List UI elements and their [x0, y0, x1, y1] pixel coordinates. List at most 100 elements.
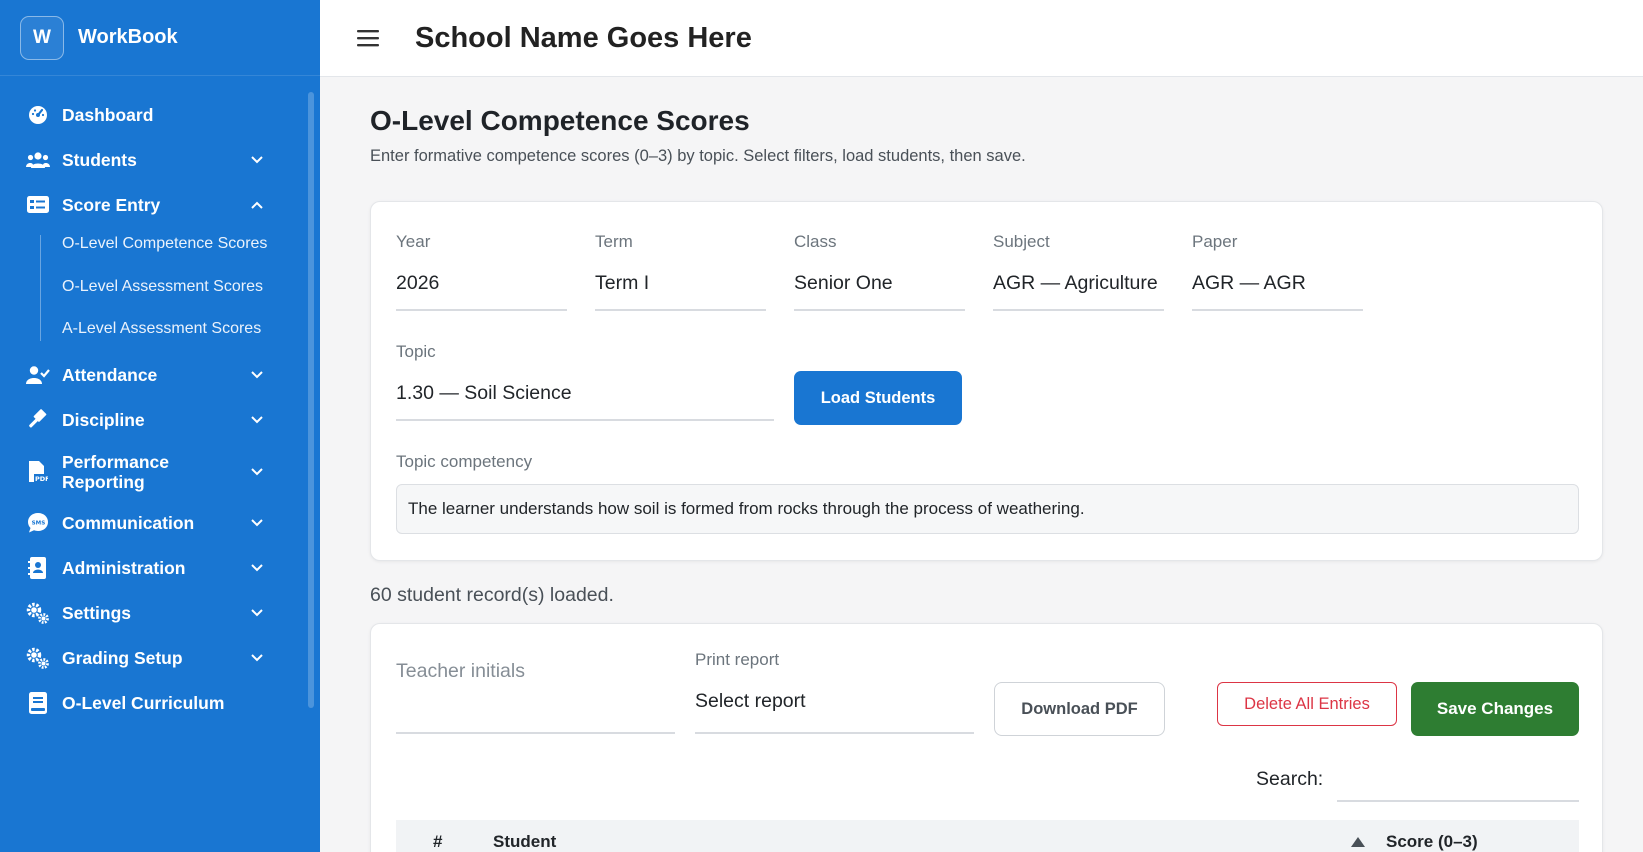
- pdf-file-icon: PDF: [26, 460, 50, 484]
- chevron-up-icon: [250, 198, 264, 212]
- contact-book-icon: [26, 556, 50, 580]
- sidebar-item-label: Performance Reporting: [62, 451, 169, 492]
- teacher-initials-input[interactable]: Teacher initials: [396, 660, 675, 734]
- score-entry-submenu: O-Level Competence Scores O-Level Assess…: [0, 227, 300, 353]
- users-icon: [26, 148, 50, 172]
- paper-select[interactable]: Paper AGR — AGR: [1192, 232, 1363, 312]
- sidebar-item-students[interactable]: Students: [0, 137, 300, 182]
- main-content: O-Level Competence Scores Enter formativ…: [320, 77, 1643, 852]
- brand-logo: W: [20, 15, 64, 60]
- topic-underline: [396, 419, 774, 421]
- delete-all-entries-button[interactable]: Delete All Entries: [1217, 682, 1397, 726]
- paper-value: AGR — AGR: [1192, 272, 1306, 294]
- term-label: Term: [595, 232, 633, 251]
- term-underline: [595, 309, 766, 311]
- search-label: Search:: [1256, 768, 1324, 790]
- topic-label: Topic: [396, 342, 436, 361]
- gears-icon: [26, 601, 50, 625]
- subject-underline: [993, 309, 1164, 311]
- year-select[interactable]: Year 2026: [396, 232, 567, 312]
- paper-underline: [1192, 309, 1363, 311]
- sidebar-item-label: Attendance: [62, 365, 158, 385]
- sidebar-item-label: Settings: [62, 603, 132, 623]
- gears-icon: [26, 646, 50, 670]
- sidebar-item-label: O-Level Curriculum: [62, 693, 225, 713]
- paper-label: Paper: [1192, 232, 1238, 251]
- sidebar-item-label: Administration: [62, 558, 186, 578]
- class-underline: [794, 309, 965, 311]
- page-title: O-Level Competence Scores: [370, 105, 750, 136]
- year-underline: [396, 309, 567, 311]
- chevron-down-icon: [250, 606, 264, 620]
- term-value: Term I: [595, 272, 650, 294]
- sidebar-item-grading-setup[interactable]: Grading Setup: [0, 636, 300, 681]
- sidebar-item-score-entry[interactable]: Score Entry: [0, 182, 300, 227]
- chevron-down-icon: [250, 516, 264, 530]
- records-loaded-status: 60 student record(s) loaded.: [370, 584, 614, 606]
- top-header: School Name Goes Here: [320, 0, 1643, 77]
- sidebar-scrollbar[interactable]: [308, 92, 314, 708]
- sidebar-item-performance-reporting[interactable]: PDF Performance Reporting: [0, 443, 300, 501]
- book-icon: [26, 691, 50, 715]
- print-report-underline: [695, 732, 974, 734]
- sidebar-item-attendance[interactable]: Attendance: [0, 353, 300, 398]
- topic-select[interactable]: Topic 1.30 — Soil Science: [396, 342, 774, 422]
- chevron-down-icon: [250, 651, 264, 665]
- sidebar-item-dashboard[interactable]: Dashboard: [0, 92, 300, 137]
- sort-asc-icon[interactable]: [1351, 834, 1365, 852]
- sidebar-subitem-olevel-assessment[interactable]: O-Level Assessment Scores: [40, 274, 300, 301]
- sidebar-subitem-alevel-assessment[interactable]: A-Level Assessment Scores: [40, 316, 300, 343]
- chevron-down-icon: [250, 465, 264, 479]
- table-header: # Student Score (0–3): [396, 820, 1579, 852]
- sidebar-item-administration[interactable]: Administration: [0, 546, 300, 591]
- load-students-button[interactable]: Load Students: [794, 371, 962, 425]
- column-header-student[interactable]: Student: [493, 832, 556, 852]
- sidebar-item-olevel-curriculum[interactable]: O-Level Curriculum: [0, 681, 300, 726]
- save-changes-button[interactable]: Save Changes: [1411, 682, 1579, 736]
- year-label: Year: [396, 232, 431, 251]
- print-report-label: Print report: [695, 650, 780, 669]
- teacher-initials-underline: [396, 732, 675, 734]
- sidebar-item-label: Score Entry: [62, 194, 161, 215]
- topic-competency-label: Topic competency: [396, 452, 533, 471]
- sidebar-item-label: Grading Setup: [62, 648, 183, 668]
- brand-name: WorkBook: [78, 26, 178, 48]
- teacher-initials-placeholder: Teacher initials: [396, 660, 525, 682]
- topic-competency-text: The learner understands how soil is form…: [408, 499, 1085, 518]
- user-check-icon: [26, 363, 50, 387]
- chevron-down-icon: [250, 368, 264, 382]
- search-input[interactable]: [1337, 760, 1579, 802]
- print-report-select[interactable]: Print report Select report: [695, 650, 974, 734]
- subject-value: AGR — Agriculture: [993, 272, 1158, 294]
- subject-label: Subject: [993, 232, 1050, 251]
- sidebar-item-discipline[interactable]: Discipline: [0, 398, 300, 443]
- score-entry-card: Teacher initials Print report Select rep…: [370, 623, 1603, 852]
- id-card-icon: [26, 193, 50, 217]
- school-name: School Name Goes Here: [415, 21, 752, 54]
- sidebar: W WorkBook Dashboard Students Score Entr…: [0, 0, 320, 852]
- topic-competency-field[interactable]: The learner understands how soil is form…: [396, 484, 1579, 534]
- subject-select[interactable]: Subject AGR — Agriculture: [993, 232, 1174, 312]
- topic-value: 1.30 — Soil Science: [396, 382, 572, 404]
- sidebar-subitem-olevel-competence[interactable]: O-Level Competence Scores: [40, 231, 300, 258]
- svg-text:PDF: PDF: [35, 475, 48, 483]
- chevron-down-icon: [250, 413, 264, 427]
- term-select[interactable]: Term Term I: [595, 232, 766, 312]
- download-pdf-button[interactable]: Download PDF: [994, 682, 1165, 736]
- gauge-icon: [26, 103, 50, 127]
- class-label: Class: [794, 232, 837, 251]
- sidebar-item-label: Dashboard: [62, 104, 154, 125]
- topic-competency-label-wrap: Topic competency: [396, 452, 696, 476]
- sidebar-item-label: Discipline: [62, 410, 145, 430]
- class-select[interactable]: Class Senior One: [794, 232, 965, 312]
- sms-icon: SMS: [26, 511, 50, 535]
- column-header-index[interactable]: #: [433, 832, 442, 852]
- hamburger-menu-icon[interactable]: [353, 23, 383, 53]
- sidebar-item-communication[interactable]: SMS Communication: [0, 501, 300, 546]
- column-header-score[interactable]: Score (0–3): [1386, 832, 1478, 852]
- sidebar-item-settings[interactable]: Settings: [0, 591, 300, 636]
- brand[interactable]: W WorkBook: [0, 0, 320, 76]
- page-subtitle: Enter formative competence scores (0–3) …: [370, 147, 1026, 165]
- chevron-down-icon: [250, 153, 264, 167]
- print-report-value: Select report: [695, 690, 806, 712]
